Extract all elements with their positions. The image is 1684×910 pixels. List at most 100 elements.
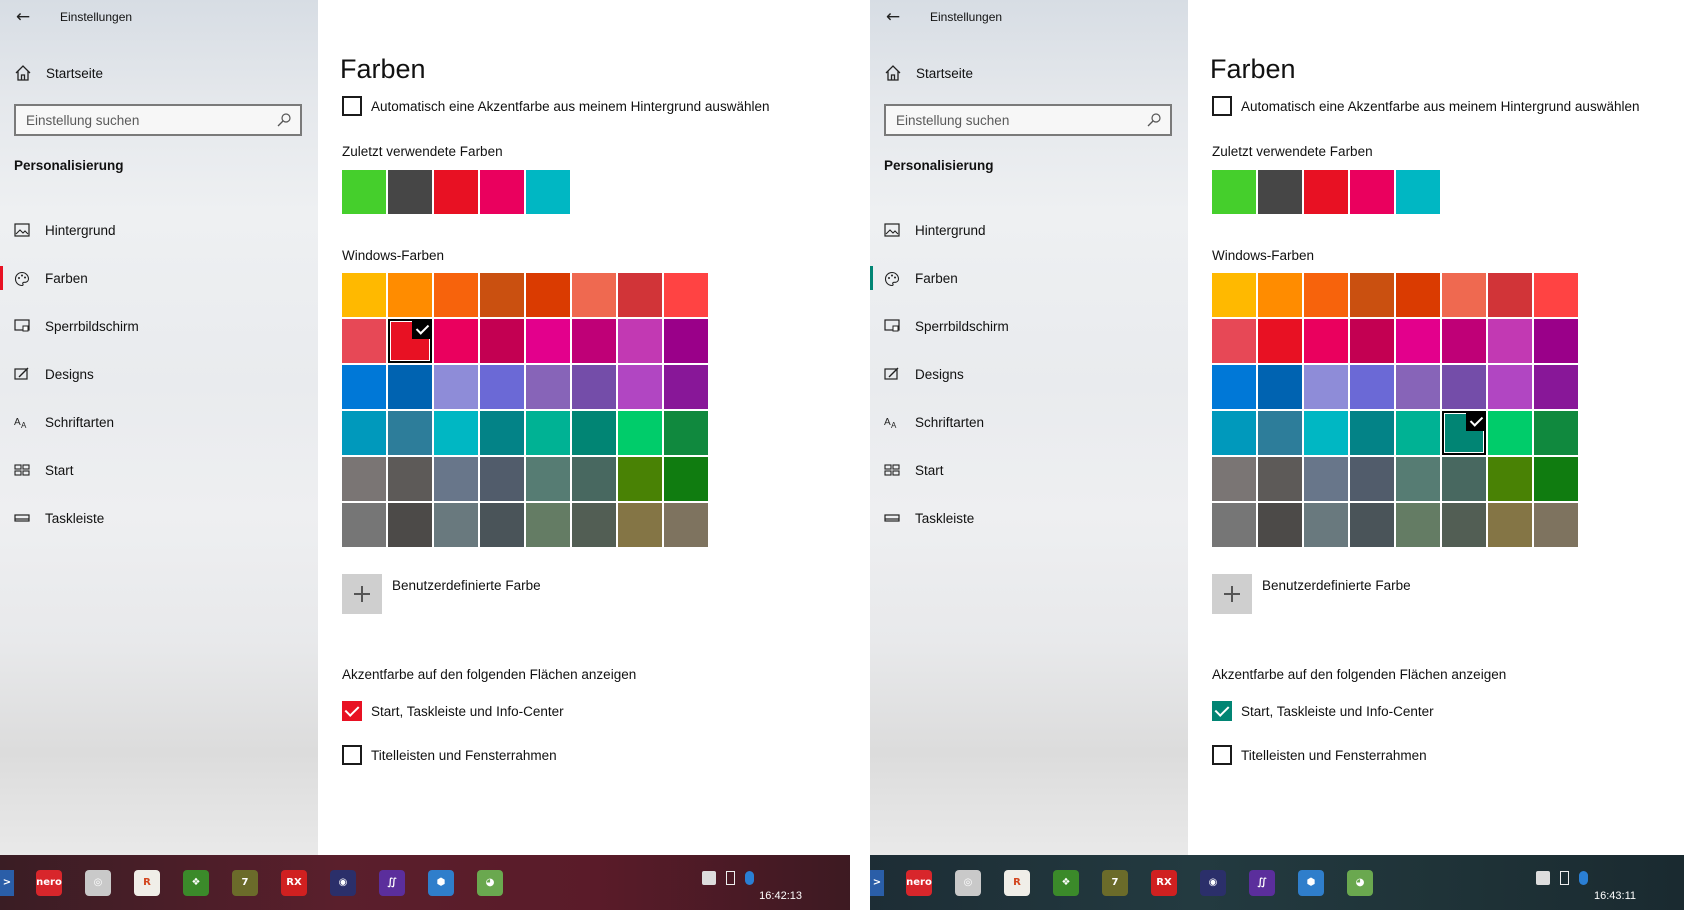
color-swatch[interactable] [618, 365, 662, 409]
apps-icon[interactable]: ⬢ [1298, 869, 1324, 896]
color-swatch[interactable] [1488, 457, 1532, 501]
auto-accent-checkbox[interactable] [1212, 96, 1232, 116]
recent-color-swatch[interactable] [1212, 170, 1256, 214]
disc-icon[interactable]: ◉ [330, 869, 356, 896]
color-swatch[interactable] [1212, 503, 1256, 547]
color-swatch[interactable] [1396, 273, 1440, 317]
recent-color-swatch[interactable] [1350, 170, 1394, 214]
color-swatch[interactable] [1304, 365, 1348, 409]
color-swatch[interactable] [1396, 365, 1440, 409]
color-swatch[interactable] [1488, 365, 1532, 409]
color-swatch[interactable] [342, 319, 386, 363]
color-swatch[interactable] [342, 503, 386, 547]
sidebar-item-designs[interactable]: Designs [870, 350, 1188, 398]
color-swatch[interactable] [526, 503, 570, 547]
search-placeholder[interactable]: Einstellung suchen [16, 113, 276, 128]
nero-icon[interactable]: nero [906, 869, 932, 896]
color-swatch[interactable] [526, 273, 570, 317]
usb-icon[interactable] [726, 871, 735, 885]
color-swatch[interactable] [1396, 319, 1440, 363]
color-swatch[interactable] [618, 411, 662, 455]
sidebar-item-hintergrund[interactable]: Hintergrund [870, 206, 1188, 254]
sidebar-item-schriftarten[interactable]: A A Schriftarten [870, 398, 1188, 446]
color-swatch[interactable] [1212, 273, 1256, 317]
color-swatch[interactable] [1442, 273, 1486, 317]
recent-color-swatch[interactable] [1396, 170, 1440, 214]
color-swatch[interactable] [1212, 365, 1256, 409]
android-icon[interactable]: ◕ [1347, 869, 1373, 896]
color-swatch[interactable] [572, 273, 616, 317]
sidebar-item-sperrbildschirm[interactable]: Sperrbildschirm [0, 302, 318, 350]
seven-icon[interactable]: 7 [1102, 869, 1128, 896]
color-swatch[interactable] [1212, 411, 1256, 455]
color-swatch[interactable] [342, 365, 386, 409]
titlebars-option[interactable]: Titelleisten und Fensterrahmen [1212, 745, 1427, 765]
powershell-icon[interactable]: > [0, 869, 14, 896]
recent-color-swatch[interactable] [1258, 170, 1302, 214]
browser-globe-icon[interactable]: ◎ [85, 869, 111, 896]
color-swatch[interactable] [434, 273, 478, 317]
color-swatch[interactable] [480, 411, 524, 455]
sidebar-item-start[interactable]: Start [0, 446, 318, 494]
auto-accent-checkbox[interactable] [342, 96, 362, 116]
color-swatch[interactable] [388, 457, 432, 501]
color-swatch[interactable] [572, 411, 616, 455]
disc-icon[interactable]: ◉ [1200, 869, 1226, 896]
color-swatch[interactable] [434, 411, 478, 455]
color-swatch[interactable] [480, 319, 524, 363]
back-arrow-icon[interactable]: ← [10, 4, 36, 30]
color-swatch[interactable] [1304, 273, 1348, 317]
color-swatch[interactable] [1488, 411, 1532, 455]
color-swatch[interactable] [1304, 319, 1348, 363]
paint-icon[interactable]: ❖ [183, 869, 209, 896]
color-swatch[interactable] [1304, 411, 1348, 455]
network-drive-icon[interactable] [1536, 871, 1550, 885]
android-icon[interactable]: ◕ [477, 869, 503, 896]
search-input[interactable]: Einstellung suchen [884, 104, 1172, 136]
nero-icon[interactable]: nero [36, 869, 62, 896]
color-swatch[interactable] [1442, 503, 1486, 547]
color-swatch[interactable] [1442, 411, 1486, 455]
rx-icon[interactable]: RX [1151, 869, 1177, 896]
search-icon[interactable] [276, 112, 292, 128]
auto-accent-option[interactable]: Automatisch eine Akzentfarbe aus meinem … [1212, 96, 1639, 116]
color-swatch[interactable] [1534, 365, 1578, 409]
sidebar-item-farben[interactable]: Farben [870, 254, 1188, 302]
recent-color-swatch[interactable] [526, 170, 570, 214]
network-drive-icon[interactable] [702, 871, 716, 885]
back-arrow-icon[interactable]: ← [880, 4, 906, 30]
search-input[interactable]: Einstellung suchen [14, 104, 302, 136]
visual-studio-icon[interactable]: ∬ [379, 869, 405, 896]
apps-icon[interactable]: ⬢ [428, 869, 454, 896]
color-swatch[interactable] [618, 457, 662, 501]
color-swatch[interactable] [1350, 319, 1394, 363]
color-swatch[interactable] [480, 503, 524, 547]
recent-color-swatch[interactable] [342, 170, 386, 214]
recent-color-swatch[interactable] [434, 170, 478, 214]
color-swatch[interactable] [1350, 365, 1394, 409]
color-swatch[interactable] [1442, 457, 1486, 501]
bluetooth-icon[interactable] [745, 871, 754, 885]
color-swatch[interactable] [388, 319, 432, 363]
bluetooth-icon[interactable] [1579, 871, 1588, 885]
color-swatch[interactable] [1396, 503, 1440, 547]
start-taskbar-option[interactable]: Start, Taskleiste und Info-Center [342, 701, 564, 721]
color-swatch[interactable] [1258, 457, 1302, 501]
color-swatch[interactable] [1534, 411, 1578, 455]
usb-icon[interactable] [1560, 871, 1569, 885]
search-placeholder[interactable]: Einstellung suchen [886, 113, 1146, 128]
color-swatch[interactable] [1258, 273, 1302, 317]
color-swatch[interactable] [1488, 503, 1532, 547]
color-swatch[interactable] [526, 319, 570, 363]
color-swatch[interactable] [664, 503, 708, 547]
color-swatch[interactable] [1534, 319, 1578, 363]
color-swatch[interactable] [1396, 457, 1440, 501]
color-swatch[interactable] [1212, 319, 1256, 363]
color-swatch[interactable] [1258, 411, 1302, 455]
color-swatch[interactable] [342, 273, 386, 317]
browser-globe-icon[interactable]: ◎ [955, 869, 981, 896]
color-swatch[interactable] [664, 319, 708, 363]
color-swatch[interactable] [1258, 319, 1302, 363]
rx-icon[interactable]: RX [281, 869, 307, 896]
color-swatch[interactable] [1488, 273, 1532, 317]
